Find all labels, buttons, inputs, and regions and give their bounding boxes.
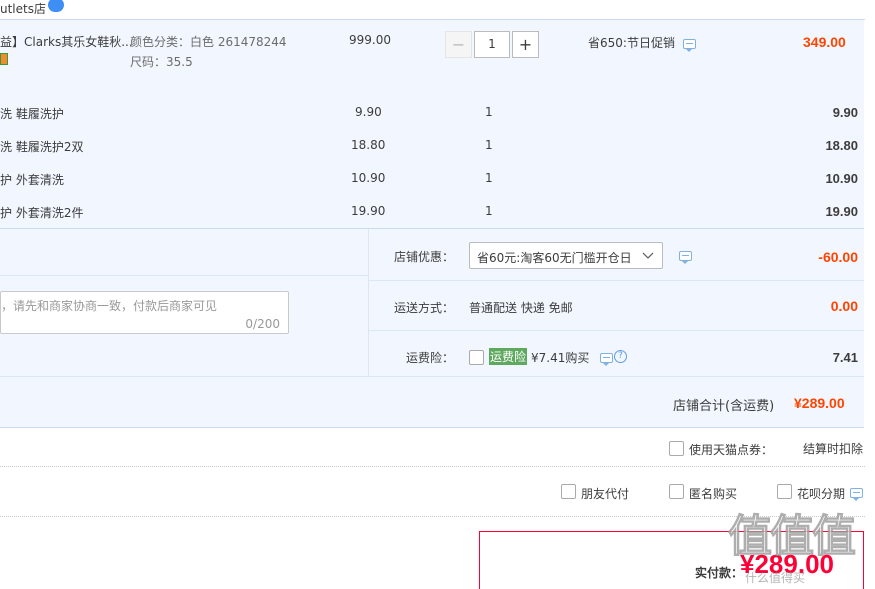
service-total: 19.90 [825,204,858,219]
watermark-logo: 值值值 [728,511,857,563]
huabei-chat-icon[interactable] [850,488,863,501]
help-icon[interactable]: ? [614,350,627,363]
insurance-tag: 运费险 [489,348,528,365]
discount-chat-icon[interactable] [679,251,692,264]
message-counter: 0/200 [245,317,280,331]
tmall-points-checkbox[interactable] [669,441,684,456]
shop-name-label[interactable]: utlets店 [0,2,46,16]
tmall-tag-icon [0,53,8,65]
quantity-minus-button[interactable]: − [445,31,472,58]
item-title-text[interactable]: Clarks其乐女鞋秋... [24,35,133,49]
item-unit-price: 999.00 [349,33,391,47]
service-price: 10.90 [351,171,386,185]
service-total: 9.90 [832,105,858,120]
chevron-down-icon [642,252,654,259]
service-name: 护 外套清洗2件 [0,206,84,220]
friend-pay-checkbox[interactable] [561,484,576,499]
service-price: 9.90 [355,105,382,119]
service-total: 18.80 [825,138,858,153]
insurance-checkbox[interactable] [469,350,484,365]
service-qty: 1 [485,171,493,185]
service-qty: 1 [485,204,493,218]
shipping-label: 运送方式： [394,301,455,315]
tmall-points-label: 使用天猫点券： [689,443,774,457]
service-price: 19.90 [351,204,386,218]
item-promo: 省650:节日促销 [588,36,675,50]
watermark-sub: 什么值得买 [745,571,806,585]
item-color-spec: 颜色分类：白色 261478244 [130,35,287,49]
promo-chat-icon[interactable] [683,39,696,52]
shop-total-label: 店铺合计(含运费) [673,399,775,414]
service-total: 10.90 [825,171,858,186]
service-qty: 1 [485,105,493,119]
shop-name[interactable]: utlets店 [0,0,46,17]
shop-discount-selected: 省60元:淘客60无门槛开仓日 [477,251,632,265]
message-placeholder: ，请先和商家协商一致，付款后商家可见 [1,299,218,313]
quantity-plus-button[interactable]: + [512,31,539,58]
shop-discount-select[interactable]: 省60元:淘客60无门槛开仓日 [469,242,663,269]
shop-total-amount: ¥289.00 [794,395,845,411]
shipping-value: 普通配送 快递 免邮 [469,301,573,315]
shipping-amount: 0.00 [830,298,858,314]
shop-badge-icon [48,0,64,12]
insurance-label: 运费险： [406,351,455,365]
item-subtotal: 349.00 [803,34,846,50]
service-name: 护 外套清洗 [0,173,64,187]
tmall-points-note: 结算时扣除 [803,442,864,456]
service-qty: 1 [485,138,493,152]
insurance-amount: 7.41 [832,350,858,365]
anonymous-checkbox[interactable] [669,484,684,499]
friend-pay-label[interactable]: 朋友代付 [581,485,629,502]
shop-discount-label: 店铺优惠： [394,250,455,264]
item-title-prefix: 益】 [0,35,25,49]
shop-discount-amount: -60.00 [818,249,858,265]
item-title[interactable]: 益】Clarks其乐女鞋秋... [0,33,133,50]
payment-label: 实付款： [695,566,744,580]
item-size-spec: 尺码：35.5 [130,55,193,69]
quantity-input[interactable]: 1 [474,31,510,58]
insurance-chat-icon[interactable] [600,353,613,366]
service-name: 洗 鞋履洗护2双 [0,140,84,154]
huabei-checkbox[interactable] [777,484,792,499]
buyer-message-textarea[interactable]: ，请先和商家协商一致，付款后商家可见 0/200 [0,291,289,334]
insurance-price: ¥7.41购买 [531,351,590,365]
service-price: 18.80 [351,138,386,152]
service-name: 洗 鞋履洗护 [0,107,64,121]
